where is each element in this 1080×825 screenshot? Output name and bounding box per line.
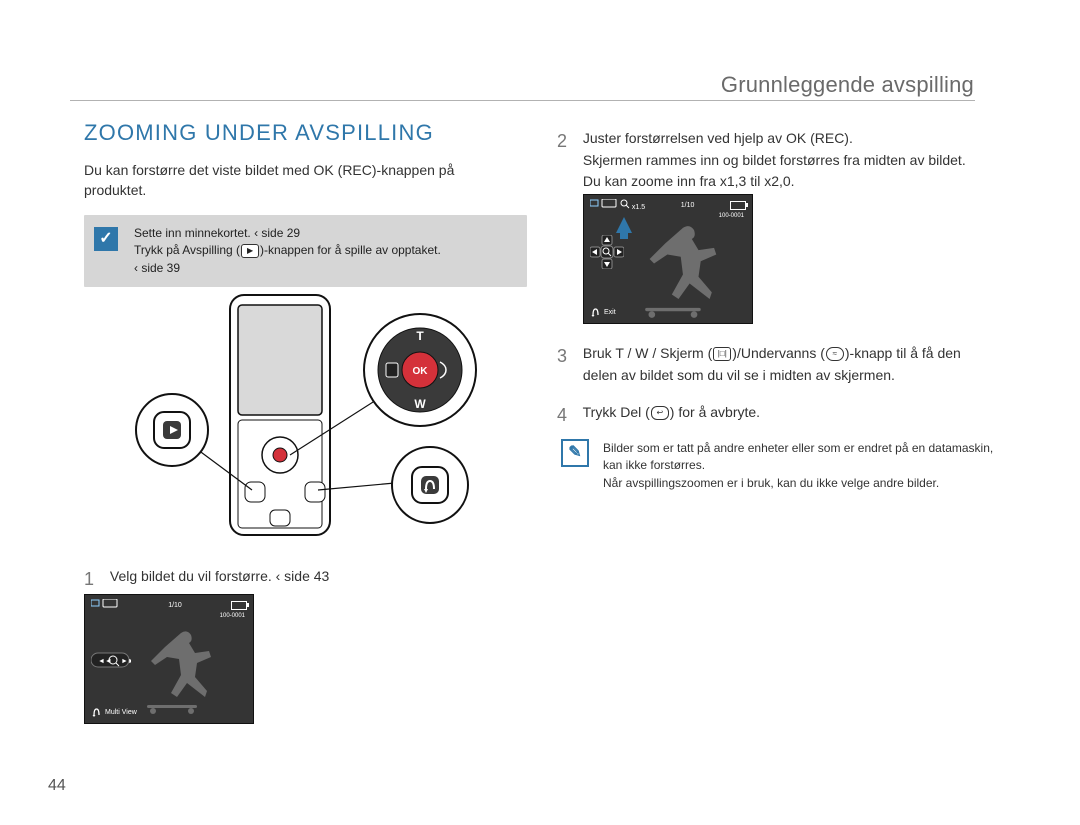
lcd-exit-label: Exit — [604, 309, 616, 316]
lcd-counter: 1/10 — [168, 602, 182, 609]
step-2-number: 2 — [557, 128, 579, 156]
note-box-limitations: ✎ Bilder som er tatt på andre enheter el… — [557, 436, 997, 496]
step-3-b: )/Undervanns ( — [732, 345, 825, 361]
u-return-icon-2 — [590, 307, 600, 317]
step-2-line1: Juster forstørrelsen ved hjelp av OK (RE… — [583, 130, 853, 146]
step-1-number: 1 — [84, 566, 106, 594]
display-icon: |□| — [713, 347, 731, 361]
step-2-line2: Skjermen rammes inn og bildet forstørres… — [583, 152, 966, 190]
lcd-counter-2: 1/10 — [681, 202, 695, 209]
note2-line2: Når avspillingszoomen er i bruk, kan du … — [603, 475, 997, 492]
lcd-zoom-level: x1.5 — [632, 204, 645, 211]
delete-icon: ↩ — [651, 406, 669, 420]
note1-line2: Trykk på Avspilling (▶)-knappen for å sp… — [134, 242, 513, 259]
battery-icon-2 — [730, 201, 746, 210]
svg-text:►►: ►► — [121, 658, 131, 665]
ok-label: OK — [413, 366, 429, 377]
step-3: 3 Bruk T / W / Skjerm (|□|)/Undervanns (… — [557, 343, 995, 386]
step-4: 4 Trykk Del (↩) for å avbryte. — [557, 402, 977, 430]
step-4-a: Trykk Del ( — [583, 404, 650, 420]
zoom-glyph: ◄◄ ►► — [91, 651, 131, 671]
skater-silhouette — [141, 625, 231, 717]
lcd-screenshot-1: 1/10 100-0001 ◄◄ ►► Multi View — [84, 594, 254, 724]
lcd-screenshot-2: x1.5 1/10 100-0001 — [583, 194, 753, 324]
section-title: ZOOMING UNDER AVSPILLING — [84, 120, 434, 146]
battery-icon — [231, 601, 247, 610]
intro-text: Du kan forstørre det viste bildet med OK… — [84, 160, 514, 201]
step-4-number: 4 — [557, 402, 579, 430]
device-illustration: OK T W — [130, 290, 490, 555]
u-return-icon — [91, 707, 101, 717]
lcd-filecode: 100-0001 — [220, 613, 245, 619]
dpad-overlay — [590, 235, 624, 271]
step-3-a: Bruk T / W / Skjerm ( — [583, 345, 712, 361]
note1-line3: ‹ side 39 — [134, 260, 513, 277]
step-2: 2 Juster forstørrelsen ved hjelp av OK (… — [557, 128, 977, 193]
skater-silhouette-2 — [636, 219, 741, 321]
check-icon: ✓ — [94, 227, 118, 251]
note2-line1: Bilder som er tatt på andre enheter elle… — [603, 440, 997, 475]
step-3-number: 3 — [557, 343, 579, 371]
page-number: 44 — [48, 777, 66, 795]
note1-line1: Sette inn minnekortet. ‹ side 29 — [134, 225, 513, 242]
t-label: T — [416, 329, 424, 343]
pencil-note-icon: ✎ — [561, 439, 589, 467]
step-1-text: Velg bildet du vil forstørre. ‹ side 43 — [110, 568, 329, 584]
w-label: W — [414, 397, 426, 411]
step-4-b: ) for å avbryte. — [670, 404, 760, 420]
header-rule — [70, 100, 975, 101]
lcd-multiview-label: Multi View — [105, 709, 137, 716]
underwater-icon: ≈ — [826, 347, 844, 361]
note-box-prereq: ✓ Sette inn minnekortet. ‹ side 29 Trykk… — [84, 215, 527, 287]
breadcrumb: Grunnleggende avspilling — [721, 72, 974, 98]
step-1: 1 Velg bildet du vil forstørre. ‹ side 4… — [84, 566, 504, 594]
playback-icon: ▶ — [241, 244, 259, 258]
